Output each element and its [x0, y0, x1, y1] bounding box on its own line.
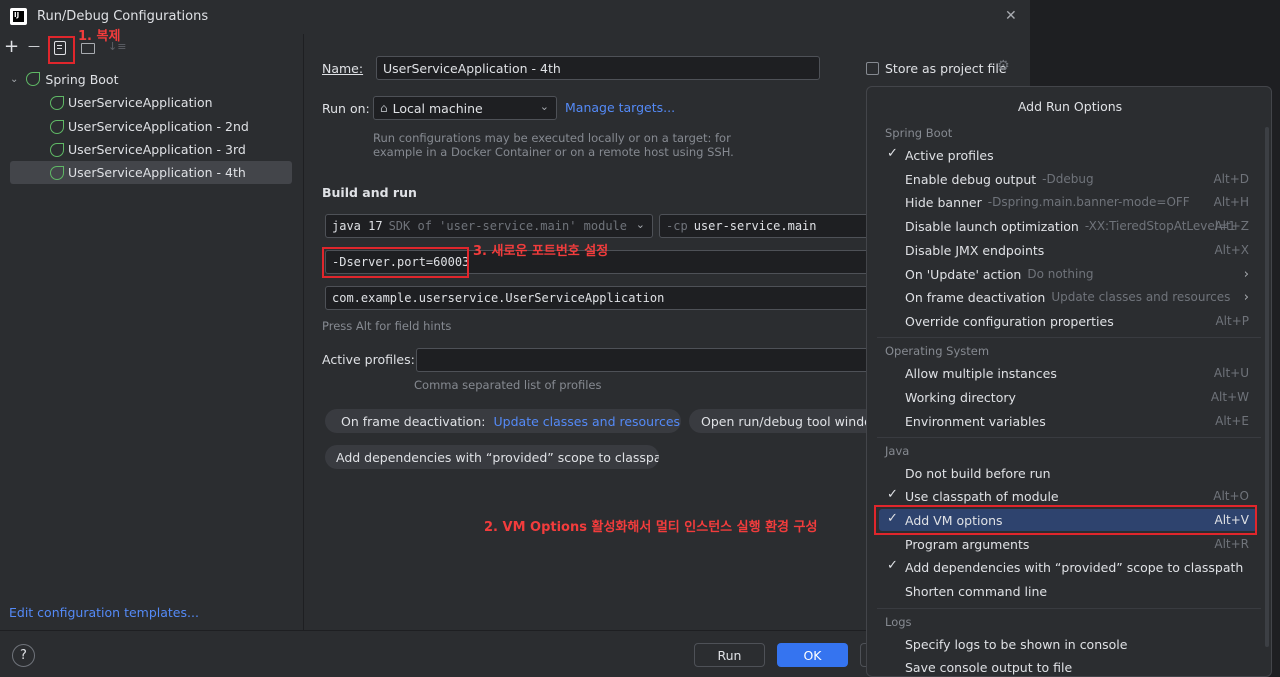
option-multiple-instances[interactable]: Allow multiple instances Alt+U — [879, 362, 1257, 384]
tree-item-config[interactable]: UserServiceApplication — [10, 91, 292, 114]
option-disable-jmx[interactable]: Disable JMX endpoints Alt+X — [879, 239, 1257, 261]
spring-boot-icon — [50, 165, 64, 180]
option-save-console-output[interactable]: Save console output to file — [879, 656, 1257, 676]
tree-group-label: Spring Boot — [45, 71, 119, 87]
add-run-options-popup: Add Run Options Spring Boot ✓ Active prof… — [866, 86, 1272, 677]
run-on-select[interactable]: ⌂ Local machine ⌄ — [373, 96, 557, 120]
section-logs: Logs — [885, 615, 912, 629]
chevron-down-icon: ⌄ — [635, 218, 645, 231]
option-disable-launch-optimization[interactable]: Disable launch optimization -XX:TieredSto… — [879, 215, 1257, 237]
chevron-right-icon: › — [1243, 289, 1249, 305]
option-program-arguments[interactable]: Program arguments Alt+R — [879, 533, 1257, 555]
close-icon[interactable]: ✕ — [1005, 8, 1017, 24]
option-shorten-command-line[interactable]: Shorten command line — [879, 580, 1257, 602]
annotation-port-box — [322, 247, 469, 278]
chevron-down-icon[interactable]: ⌄ — [10, 74, 18, 85]
main-class-input[interactable]: com.example.userservice.UserServiceAppli… — [325, 286, 899, 310]
section-operating-system: Operating System — [885, 344, 990, 358]
tree-item-label: UserServiceApplication - 2nd — [68, 119, 249, 134]
window-title: Run/Debug Configurations — [37, 9, 209, 24]
jdk-select[interactable]: java 17 SDK of 'user-service.main' modul… — [325, 214, 653, 238]
tree-item-config[interactable]: UserServiceApplication - 3rd — [10, 138, 292, 161]
option-debug-output[interactable]: Enable debug output -Ddebug Alt+D — [879, 168, 1257, 190]
classpath-select[interactable]: -cp user-service.main — [659, 214, 899, 238]
gear-icon[interactable]: ⚙ — [997, 58, 1010, 74]
popup-scrollbar[interactable] — [1265, 127, 1269, 647]
tree-group-spring-boot[interactable]: ⌄ Spring Boot — [10, 68, 292, 90]
config-tree-panel: + — ↓≡ 1. 복제 ⌄ Spring Boot UserServiceAp… — [0, 29, 304, 630]
help-button[interactable]: ? — [12, 644, 35, 667]
annotation-port-text: 3. 새로운 포트번호 설정 — [473, 244, 609, 259]
option-add-dependencies[interactable]: ✓ Add dependencies with “provided” scope … — [879, 556, 1257, 578]
option-override-properties[interactable]: Override configuration properties Alt+P — [879, 310, 1257, 332]
annotation-copy-box — [48, 36, 75, 64]
run-on-label: Run on: — [322, 101, 370, 116]
chevron-right-icon: › — [1243, 266, 1249, 282]
annotation-copy-text: 1. 복제 — [78, 29, 121, 44]
popup-title: Add Run Options — [1017, 99, 1123, 114]
section-spring-boot: Spring Boot — [885, 126, 953, 140]
edit-templates-link[interactable]: Edit configuration templates... — [9, 605, 199, 620]
dependencies-chip[interactable]: Add dependencies with “provided” scope t… — [325, 445, 659, 469]
manage-targets-link[interactable]: Manage targets... — [565, 100, 675, 115]
home-icon: ⌂ — [380, 101, 388, 115]
option-classpath-of-module[interactable]: ✓ Use classpath of module Alt+O — [879, 485, 1257, 507]
name-label: Name: — [322, 61, 364, 76]
separator — [877, 337, 1261, 338]
tree-toolbar: + — ↓≡ — [0, 36, 304, 62]
tree-item-label: UserServiceApplication - 4th — [68, 165, 246, 180]
annotation-vm-box — [874, 505, 1257, 535]
new-folder-icon[interactable] — [81, 43, 95, 54]
option-do-not-build[interactable]: Do not build before run — [879, 462, 1257, 484]
ok-button[interactable]: OK — [777, 643, 848, 667]
profiles-hint: Comma separated list of profiles — [414, 378, 602, 392]
store-project-checkbox[interactable] — [866, 62, 879, 75]
title-bar: IJ Run/Debug Configurations ✕ — [0, 0, 1030, 34]
spring-boot-icon — [50, 119, 64, 134]
option-hide-banner[interactable]: Hide banner -Dspring.main.banner-mode=OFF… — [879, 191, 1257, 213]
option-on-frame-deactivation[interactable]: On frame deactivation Update classes and … — [879, 286, 1257, 308]
run-on-hint-line-2: example in a Docker Container or on a re… — [373, 145, 734, 159]
separator — [877, 608, 1261, 609]
field-hint: Press Alt for field hints — [322, 319, 452, 333]
spring-boot-icon — [50, 95, 64, 110]
spring-boot-icon — [26, 72, 41, 86]
add-icon[interactable]: + — [4, 36, 19, 57]
separator — [877, 437, 1261, 438]
tree-item-config[interactable]: UserServiceApplication - 2nd — [10, 115, 292, 138]
run-on-hint-line-1: Run configurations may be executed local… — [373, 131, 731, 145]
option-on-update-action[interactable]: On 'Update' action Do nothing › — [879, 263, 1257, 285]
app-logo-icon: IJ — [10, 8, 27, 25]
active-profiles-label: Active profiles: — [322, 352, 415, 367]
tree-item-label: UserServiceApplication - 3rd — [68, 142, 246, 157]
spring-boot-icon — [50, 142, 64, 157]
option-active-profiles[interactable]: ✓ Active profiles — [879, 144, 1257, 166]
option-specify-logs[interactable]: Specify logs to be shown in console — [879, 633, 1257, 655]
option-working-directory[interactable]: Working directory Alt+W — [879, 386, 1257, 408]
build-run-heading: Build and run — [322, 185, 417, 200]
tree-item-config-selected[interactable]: UserServiceApplication - 4th — [10, 161, 292, 184]
annotation-vm-text: 2. VM Options 활성화해서 멀티 인스턴스 실행 환경 구성 — [484, 520, 818, 535]
remove-icon[interactable]: — — [28, 39, 40, 53]
run-button[interactable]: Run — [694, 643, 765, 667]
chevron-down-icon: ⌄ — [539, 100, 549, 113]
store-project-label: Store as project file — [885, 61, 1007, 76]
tree-item-label: UserServiceApplication — [68, 95, 213, 110]
frame-deactivation-chip[interactable]: On frame deactivation: Update classes an… — [325, 409, 681, 433]
active-profiles-input[interactable] — [416, 348, 899, 372]
section-java: Java — [885, 444, 910, 458]
option-environment-variables[interactable]: Environment variables Alt+E — [879, 410, 1257, 432]
name-input[interactable]: UserServiceApplication - 4th — [376, 56, 820, 80]
